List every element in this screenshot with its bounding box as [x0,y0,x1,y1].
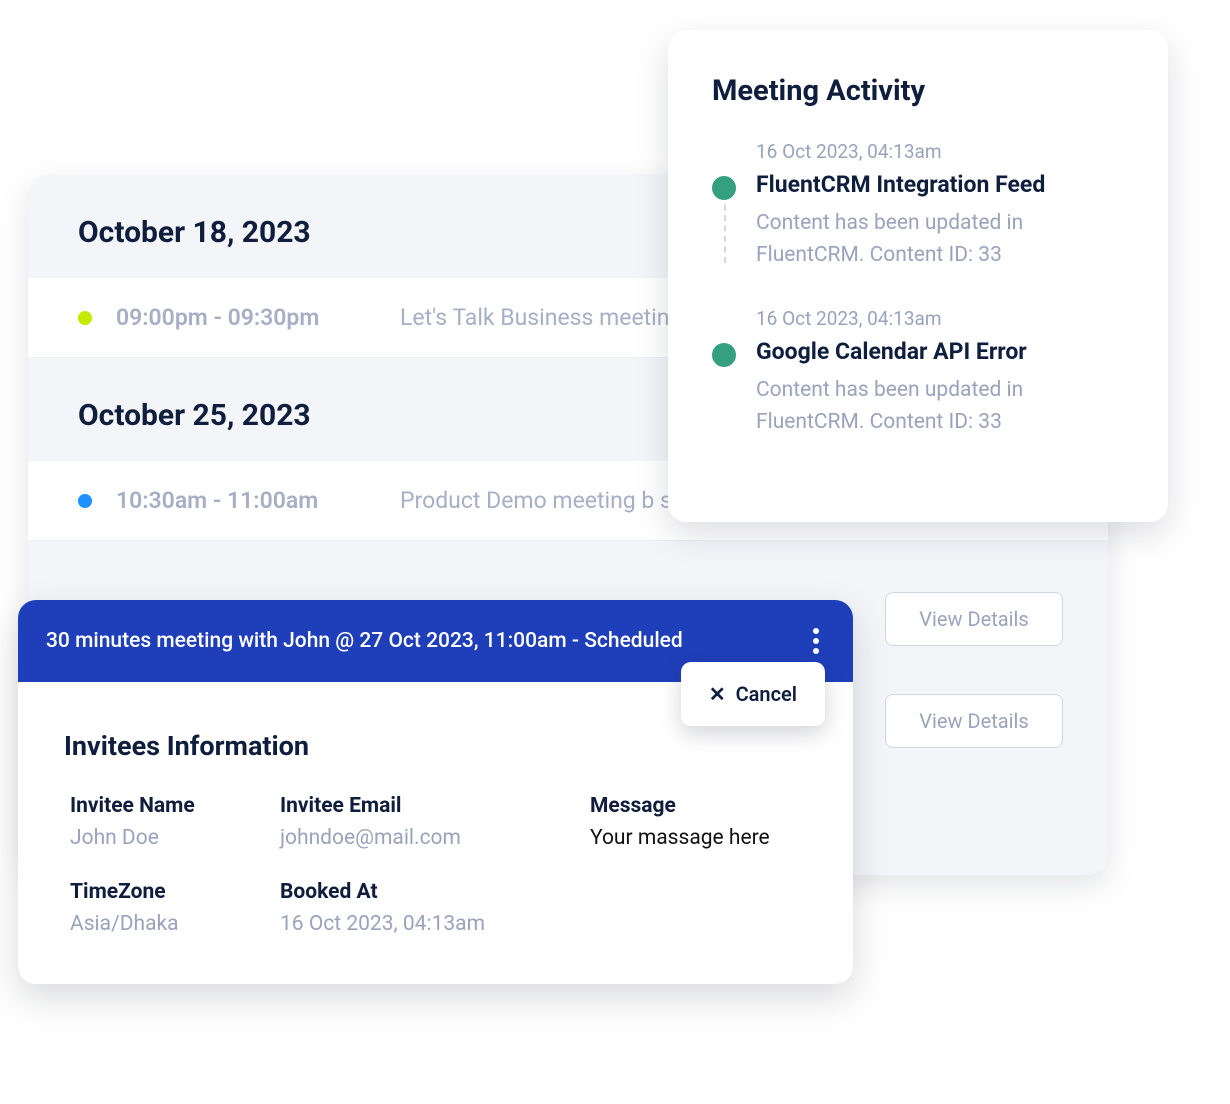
view-details-button[interactable]: View Details [885,592,1063,646]
timezone-block: TimeZone Asia/Dhaka [70,880,270,936]
field-label: Message [590,794,807,818]
invitee-email-block: Invitee Email johndoe@mail.com [280,794,580,850]
slot-time: 09:00pm - 09:30pm [116,304,376,331]
meeting-detail-card: 30 minutes meeting with John @ 27 Oct 20… [18,600,853,984]
kebab-menu-icon[interactable] [807,624,825,658]
timeline-line [724,194,726,263]
message-block: Message Your massage here [590,794,807,850]
activity-card: Meeting Activity 16 Oct 2023, 04:13am Fl… [668,30,1168,522]
view-details-button[interactable]: View Details [885,694,1063,748]
timeline-dot-icon [712,343,736,367]
status-dot [78,494,92,508]
activity-timestamp: 16 Oct 2023, 04:13am [756,307,1124,330]
activity-timestamp: 16 Oct 2023, 04:13am [756,140,1124,163]
booked-at-block: Booked At 16 Oct 2023, 04:13am [280,880,580,936]
activity-heading: FluentCRM Integration Feed [756,171,1124,198]
field-label: Invitee Name [70,794,270,818]
field-value: Asia/Dhaka [70,912,270,936]
slot-time: 10:30am - 11:00am [116,487,376,514]
activity-body: Content has been updated in FluentCRM. C… [756,375,1124,438]
timeline-dot-icon [712,176,736,200]
activity-heading: Google Calendar API Error [756,338,1124,365]
field-label: Invitee Email [280,794,580,818]
field-label: Booked At [280,880,580,904]
activity-list: 16 Oct 2023, 04:13am FluentCRM Integrati… [712,140,1124,438]
activity-item: 16 Oct 2023, 04:13am Google Calendar API… [756,307,1124,438]
meeting-title: 30 minutes meeting with John @ 27 Oct 20… [46,629,683,653]
activity-item: 16 Oct 2023, 04:13am FluentCRM Integrati… [756,140,1124,271]
field-value: Your massage here [590,826,807,850]
view-details-group: View Details View Details [885,592,1063,748]
cancel-menu-item[interactable]: ✕ Cancel [681,662,825,726]
activity-body: Content has been updated in FluentCRM. C… [756,208,1124,271]
invitee-name-block: Invitee Name John Doe [70,794,270,850]
field-value: John Doe [70,826,270,850]
field-label: TimeZone [70,880,270,904]
invitees-info-grid: Invitee Name John Doe Invitee Email john… [18,786,853,984]
close-icon: ✕ [709,682,726,706]
field-value: johndoe@mail.com [280,826,580,850]
status-dot [78,311,92,325]
field-value: 16 Oct 2023, 04:13am [280,912,580,936]
activity-title: Meeting Activity [712,74,1124,108]
cancel-label: Cancel [736,682,797,706]
